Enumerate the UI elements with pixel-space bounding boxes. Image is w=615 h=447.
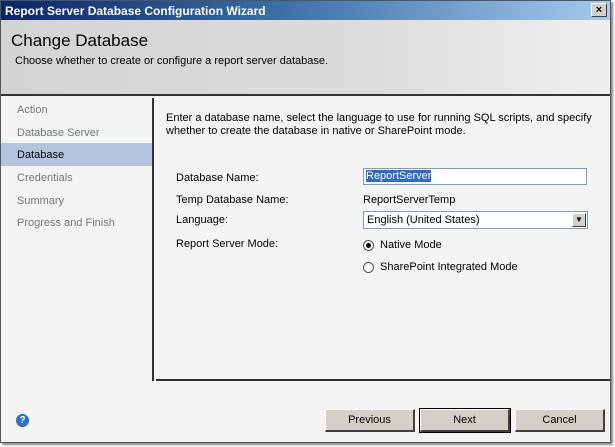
temp-db-value: ReportServerTemp xyxy=(363,194,456,206)
main-panel: Enter a database name, select the langua… xyxy=(156,98,610,381)
temp-db-label: Temp Database Name: xyxy=(176,194,289,206)
close-icon[interactable]: × xyxy=(591,3,607,17)
window-title: Report Server Database Configuration Wiz… xyxy=(5,4,266,18)
next-button[interactable]: Next xyxy=(419,408,511,433)
wizard-window: Report Server Database Configuration Wiz… xyxy=(0,0,611,443)
sidebar-item-database[interactable]: Database xyxy=(1,143,152,167)
db-name-input[interactable]: ReportServer xyxy=(363,168,587,185)
native-mode-radio[interactable]: Native Mode xyxy=(363,239,442,251)
language-label: Language: xyxy=(176,214,228,226)
sidebar-item-action[interactable]: Action xyxy=(1,98,152,121)
cancel-button[interactable]: Cancel xyxy=(515,409,605,432)
sidebar-item-progress[interactable]: Progress and Finish xyxy=(1,211,152,234)
sidebar-item-database-server[interactable]: Database Server xyxy=(1,121,152,144)
previous-button[interactable]: Previous xyxy=(325,409,415,432)
radio-selected-icon[interactable] xyxy=(363,239,374,251)
page-subtitle: Choose whether to create or configure a … xyxy=(15,55,329,67)
page-title: Change Database xyxy=(11,31,149,50)
db-name-label: Database Name: xyxy=(176,172,259,184)
sidebar-item-summary[interactable]: Summary xyxy=(1,189,152,212)
page-header: Change Database Choose whether to create… xyxy=(1,20,610,96)
native-mode-label: Native Mode xyxy=(380,239,442,251)
language-select[interactable]: English (United States) ▼ xyxy=(363,211,588,229)
help-icon[interactable]: ? xyxy=(16,414,29,427)
sidebar-item-credentials[interactable]: Credentials xyxy=(1,166,152,189)
db-name-value: ReportServer xyxy=(366,170,432,182)
mode-label: Report Server Mode: xyxy=(176,238,279,250)
language-value: English (United States) xyxy=(367,214,480,226)
title-bar: Report Server Database Configuration Wiz… xyxy=(1,1,610,20)
chevron-down-icon[interactable]: ▼ xyxy=(572,213,586,227)
sharepoint-mode-radio[interactable]: SharePoint Integrated Mode xyxy=(363,261,518,273)
sidebar: Action Database Server Database Credenti… xyxy=(1,98,154,381)
sharepoint-mode-label: SharePoint Integrated Mode xyxy=(380,261,518,273)
radio-unselected-icon[interactable] xyxy=(363,261,374,273)
intro-text: Enter a database name, select the langua… xyxy=(166,112,592,137)
